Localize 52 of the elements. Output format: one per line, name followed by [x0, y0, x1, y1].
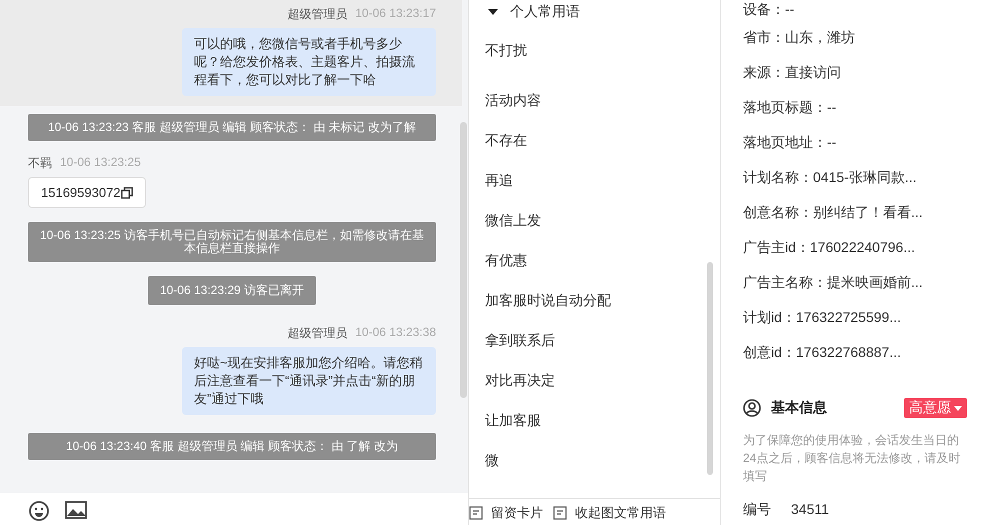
sender-name: 超级管理员 [287, 6, 348, 23]
user-icon [743, 399, 761, 417]
info-row-text: 创意名称：别纠结了！看看... [743, 203, 924, 222]
system-notice: 10-06 13:23:23 客服 超级管理员 编辑 顾客状态： 由 未标记 改为了解 [28, 114, 436, 141]
scrollbar[interactable] [460, 122, 467, 398]
document-icon [553, 506, 567, 520]
phrase-item[interactable]: 让加客服 [469, 400, 720, 440]
info-row-text: 广告主id：176022240796... [743, 238, 916, 257]
copy-icon[interactable] [120, 186, 133, 198]
image-icon[interactable] [65, 500, 87, 520]
phrase-item[interactable]: 不存在 [469, 120, 720, 160]
message-bubble: 可以的哦，您微信号或者手机号多少呢？给您发价格表、主题客片、拍摄流程看下，您可以对比了解一下哈 [182, 28, 436, 96]
section-title: 基本信息 [771, 399, 827, 417]
system-notice: 10-06 13:23:29 访客已离开 [148, 276, 316, 305]
phrase-item[interactable]: 活动内容 [469, 80, 720, 120]
phrase-item[interactable]: 微信上发 [469, 200, 720, 240]
toolbar-button[interactable]: 收起图文常用语 [553, 505, 666, 521]
info-row-text: 广告主名称：提米映画婚前... [743, 273, 924, 292]
scrollbar[interactable] [707, 262, 713, 475]
document-icon [469, 506, 483, 520]
info-row-text: 计划id：176322725599... [743, 308, 902, 327]
phrase-item[interactable]: 拿到联系后 [469, 320, 720, 360]
info-row-text: 落地页标题：-- [743, 98, 838, 117]
system-notice: 10-06 13:23:25 访客手机号已自动标记右侧基本信息栏，如需修改请在基本信息栏直接操作 [28, 222, 436, 262]
field-label: 编号 [743, 501, 771, 519]
message-time: 10-06 13:23:38 [355, 325, 436, 341]
message-time: 10-06 13:23:25 [60, 155, 141, 171]
info-row-text: 计划名称：0415-张琳同款... [743, 168, 918, 187]
intent-dropdown[interactable]: 高意愿 [904, 398, 967, 418]
info-row-text: 创意id：176322768887... [743, 343, 902, 362]
info-row-text: 落地页地址：-- [743, 133, 838, 152]
phrase-group-header[interactable]: 个人常用语 [469, 0, 720, 22]
hint-text: 为了保障您的使用体验，会话发生当日的24点之后，顾客信息将无法修改，请及时填写 [743, 432, 962, 485]
info-row-text: 省市：山东，潍坊 [743, 28, 856, 47]
info-row-text: 设备：-- [743, 0, 796, 19]
field-value: 34511 [791, 501, 829, 519]
message-time: 10-06 13:23:17 [355, 6, 436, 22]
phrase-item[interactable]: 对比再决定 [469, 360, 720, 400]
sender-name: 不羁 [28, 155, 52, 172]
caret-icon [954, 406, 962, 410]
phrase-item[interactable]: 加客服时说自动分配 [469, 280, 720, 320]
system-notice: 10-06 13:23:40 客服 超级管理员 编辑 顾客状态： 由 了解 改为 [28, 433, 436, 460]
info-row-text: 来源：直接访问 [743, 63, 842, 82]
emoji-icon[interactable] [28, 500, 50, 522]
phrase-item[interactable]: 有优惠 [469, 240, 720, 280]
phone-number: 15169593072 [41, 185, 121, 200]
phrase-item[interactable]: 再追 [469, 160, 720, 200]
toolbar-button[interactable]: 留资卡片 [469, 505, 543, 521]
sender-name: 超级管理员 [287, 325, 348, 342]
message-bubble: 好哒~现在安排客服加您介绍哈。请您稍后注意查看一下“通讯录”并点击“新的朋友”通过下哦 [182, 347, 436, 415]
phrase-item[interactable]: 不打扰 [469, 40, 720, 60]
phrase-item[interactable]: 微 [469, 440, 720, 480]
